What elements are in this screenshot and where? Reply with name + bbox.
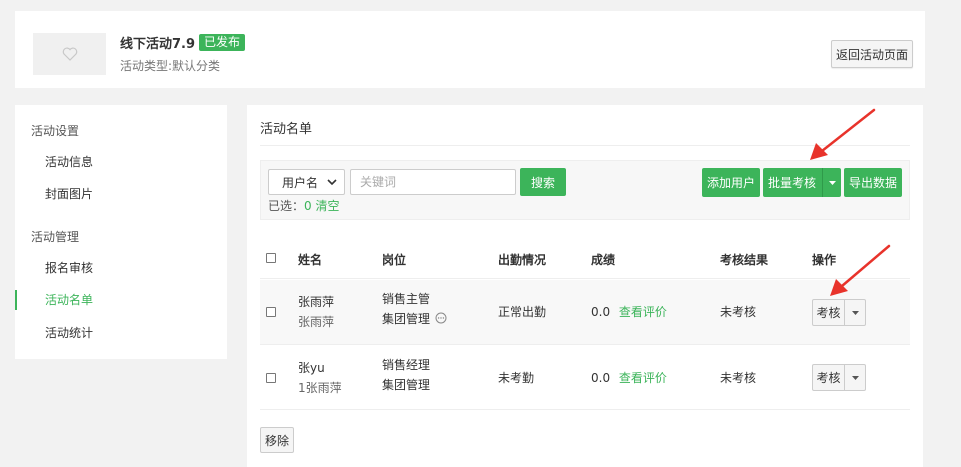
sidebar-section-settings: 活动设置 [31,124,80,138]
sidebar: 活动设置 活动信息 封面图片 活动管理 报名审核 活动名单 活动统计 [15,105,227,359]
caret-down-icon [851,310,859,315]
header-operation: 操作 [812,253,837,267]
score-value: 0.0 [591,371,611,385]
caret-down-icon [828,180,836,185]
assess-button[interactable]: 考核 [812,364,845,391]
member-username: 张雨萍 [298,315,335,329]
selected-count: 0 [304,199,312,213]
member-department: 集团管理 [382,378,431,392]
export-data-button[interactable]: 导出数据 [844,168,902,197]
filter-toolbar: 用户名 搜索 已选：0 清空 添加用户 批量考核 导出数据 [260,160,910,220]
activity-title: 线下活动7.9 [120,37,196,52]
sidebar-section-management: 活动管理 [31,230,80,244]
clear-link[interactable]: 清空 [315,199,339,213]
batch-assess-dropdown[interactable] [822,168,841,197]
assess-action: 考核 [812,364,866,391]
activity-subtitle: 活动类型:默认分类 [120,59,221,73]
table-header: 姓名 岗位 出勤情况 成绩 考核结果 操作 [260,239,910,279]
assess-button[interactable]: 考核 [812,299,845,326]
member-department: 集团管理 [382,312,431,326]
back-to-activity-button[interactable]: 返回活动页面 [831,40,913,68]
member-name: 张雨萍 [298,295,335,309]
assessment-result: 未考核 [720,371,757,385]
score-value: 0.0 [591,305,611,319]
search-field-select[interactable]: 用户名 [268,169,345,195]
member-position: 销售经理 [382,358,431,372]
header-position: 岗位 [382,253,407,267]
assess-action: 考核 [812,299,866,326]
cover-thumbnail [33,33,106,75]
header-score: 成绩 [591,253,616,267]
assessment-result: 未考核 [720,305,757,319]
status-badge: 已发布 [199,34,246,51]
sidebar-item-cover-image[interactable]: 封面图片 [15,184,227,204]
view-review-link[interactable]: 查看评价 [619,305,667,319]
remove-button[interactable]: 移除 [260,427,294,453]
selected-prefix: 已选： [268,199,305,213]
add-user-button[interactable]: 添加用户 [702,168,760,197]
member-position: 销售主管 [382,292,431,306]
header-result: 考核结果 [720,253,769,267]
assess-dropdown[interactable] [845,299,866,326]
member-name: 张yu [298,361,325,375]
batch-assess-button[interactable]: 批量考核 [763,168,841,197]
main-panel: 活动名单 用户名 搜索 已选：0 清空 添加用户 批量考核 导出数据 姓名 岗位 [247,105,923,467]
member-department-wrap: 集团管理 [382,309,447,329]
keyword-input[interactable] [350,169,516,195]
sidebar-item-activity-stats[interactable]: 活动统计 [15,323,227,343]
batch-assess-label[interactable]: 批量考核 [763,174,822,191]
chevron-down-icon [327,179,337,186]
caret-down-icon [851,375,859,380]
page-title: 活动名单 [260,122,313,137]
sidebar-item-activity-list[interactable]: 活动名单 [15,290,227,310]
select-all-checkbox[interactable] [266,253,276,263]
score-cell: 0.0 查看评价 [591,302,667,322]
heart-icon [62,47,77,61]
ellipsis-circle-icon[interactable] [435,312,447,324]
assess-dropdown[interactable] [845,364,866,391]
search-button[interactable]: 搜索 [520,168,566,196]
divider [260,145,910,146]
table-row: 张雨萍 张雨萍 销售主管 集团管理 正常出勤 0.0 查看评价 未考核 考核 [260,280,910,345]
row-checkbox[interactable] [266,307,276,317]
sidebar-item-registration-review[interactable]: 报名审核 [15,258,227,278]
view-review-link[interactable]: 查看评价 [619,371,667,385]
attendance-status: 未考勤 [498,371,535,385]
sidebar-item-activity-info[interactable]: 活动信息 [15,152,227,172]
attendance-status: 正常出勤 [498,305,547,319]
activity-header: 线下活动7.9 已发布 活动类型:默认分类 返回活动页面 [15,11,925,88]
row-checkbox[interactable] [266,373,276,383]
header-attendance: 出勤情况 [498,253,547,267]
header-name: 姓名 [298,253,323,267]
selected-info: 已选：0 清空 [268,197,340,214]
member-username: 1张雨萍 [298,381,342,395]
select-value: 用户名 [282,175,319,190]
score-cell: 0.0 查看评价 [591,368,667,388]
table-row: 张yu 1张雨萍 销售经理 集团管理 未考勤 0.0 查看评价 未考核 考核 [260,345,910,410]
